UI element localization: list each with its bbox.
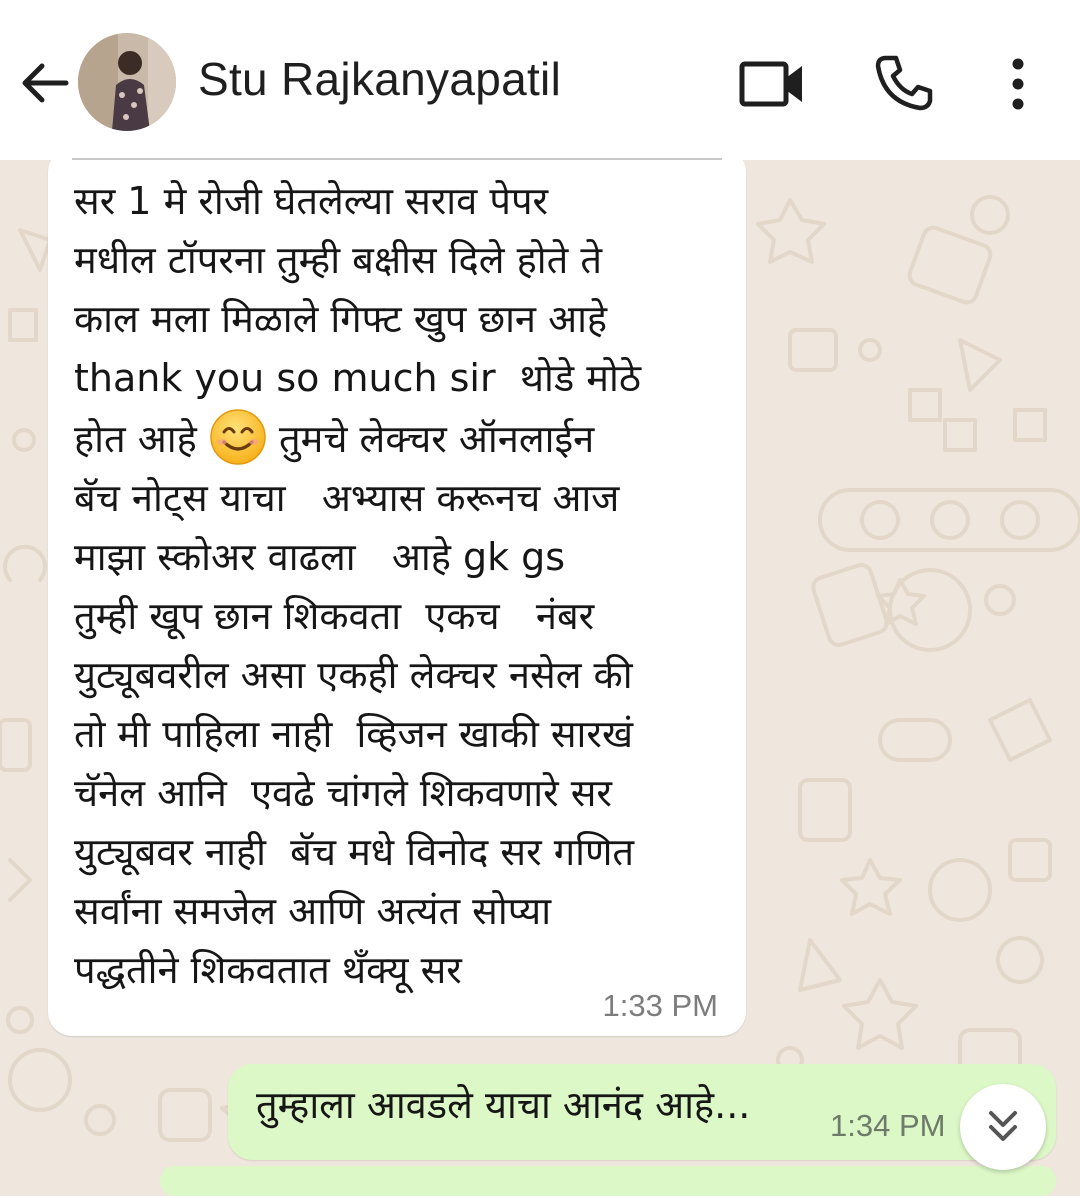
outgoing-message-bubble[interactable]: तुम्हाला आवडले याचा आनंद आहे... 1:34 PM [228,1064,1056,1160]
quoted-message-divider [72,158,722,160]
message-line: thank you so much sir थोडे मोठे [74,356,641,400]
outgoing-message-bubble-partial[interactable] [160,1166,1056,1196]
chat-header: Stu Rajkanyapatil [0,0,1080,160]
message-line: तो मी पाहिला नाही व्हिजन खाकी सारखं [74,712,634,756]
message-line: तुम्ही खूप छान शिकवता एकच नंबर [74,594,595,638]
contact-name[interactable]: Stu Rajkanyapatil [198,52,561,106]
avatar[interactable] [78,33,176,131]
message-line: सर 1 मे रोजी घेतलेल्या सराव पेपर [74,179,549,223]
message-line: बॅच नोट्स याचा अभ्यास करूनच आज [74,476,620,520]
message-line: युट्यूबवर नाही बॅच मधे विनोद सर गणित [74,830,635,874]
message-line: काल मला मिळाले गिफ्ट खुप छान आहे [74,297,608,341]
more-vertical-icon[interactable] [1000,54,1036,114]
outgoing-message-text: तुम्हाला आवडले याचा आनंद आहे... [256,1083,751,1127]
message-line: सर्वांना समजेल आणि अत्यंत सोप्या [74,889,552,933]
message-line: होत आहे [74,417,197,461]
arrow-left-icon[interactable] [16,54,74,112]
message-line: माझा स्कोअर वाढला आहे gk gs [74,535,566,579]
scroll-to-bottom-button[interactable] [960,1084,1046,1170]
message-line: मधील टॉपरना तुम्ही बक्षीस दिले होते ते [74,238,602,282]
smiling-face-emoji [209,408,267,466]
message-line: चॅनेल आनि एवढे चांगले शिकवणारे सर [74,771,612,815]
message-line: पद्धतीने शिकवतात थँक्यू सर [74,948,462,992]
message-line: युट्यूबवरील असा एकही लेक्चर नसेल की [74,653,633,697]
incoming-message-bubble[interactable]: सर 1 मे रोजी घेतलेल्या सराव पेपर मधील टॉ… [48,148,746,1036]
phone-icon[interactable] [872,52,934,114]
double-chevron-down-icon [989,1111,1017,1141]
video-camera-icon[interactable] [738,58,808,110]
incoming-message-text: सर 1 मे रोजी घेतलेल्या सराव पेपर मधील टॉ… [74,172,734,1000]
message-timestamp: 1:33 PM [602,988,718,1023]
message-line: तुमचे लेक्चर ऑनलाईन [278,417,595,461]
message-timestamp: 1:34 PM [830,1108,946,1143]
